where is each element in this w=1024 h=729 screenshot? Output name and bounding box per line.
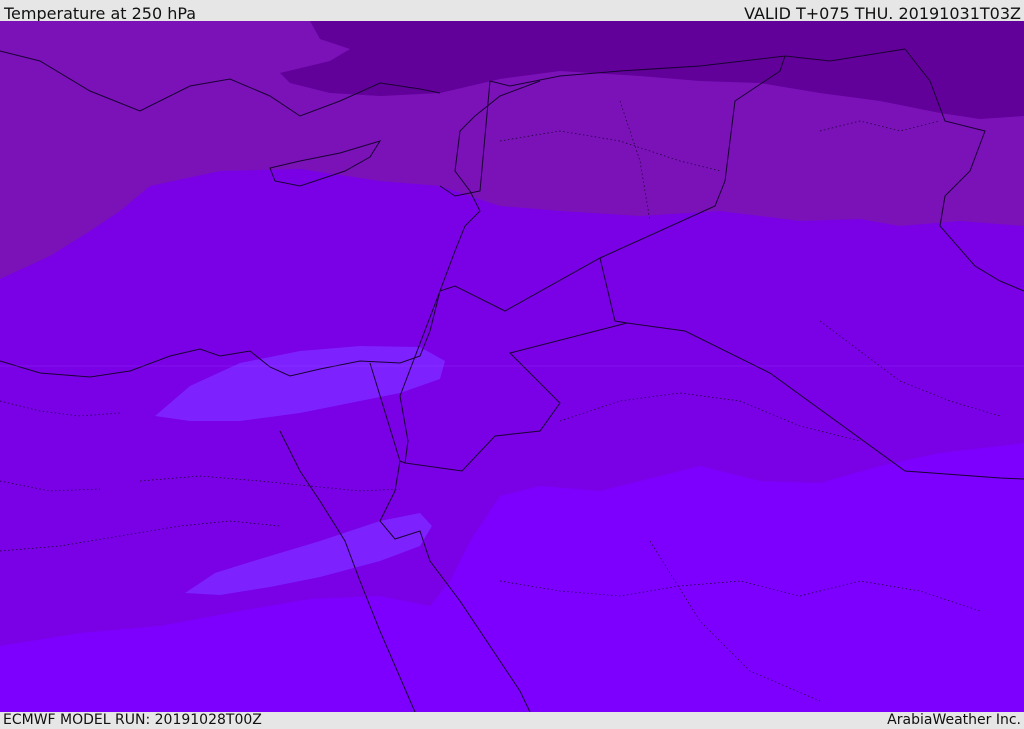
model-run-label: ECMWF MODEL RUN: 20191028T00Z xyxy=(3,712,262,728)
header-bar: Temperature at 250 hPa VALID T+075 THU. … xyxy=(0,0,1024,23)
credit-label: ArabiaWeather Inc. xyxy=(887,712,1021,728)
footer-bar: ECMWF MODEL RUN: 20191028T00Z ArabiaWeat… xyxy=(0,712,1024,729)
temperature-map[interactable] xyxy=(0,21,1024,712)
